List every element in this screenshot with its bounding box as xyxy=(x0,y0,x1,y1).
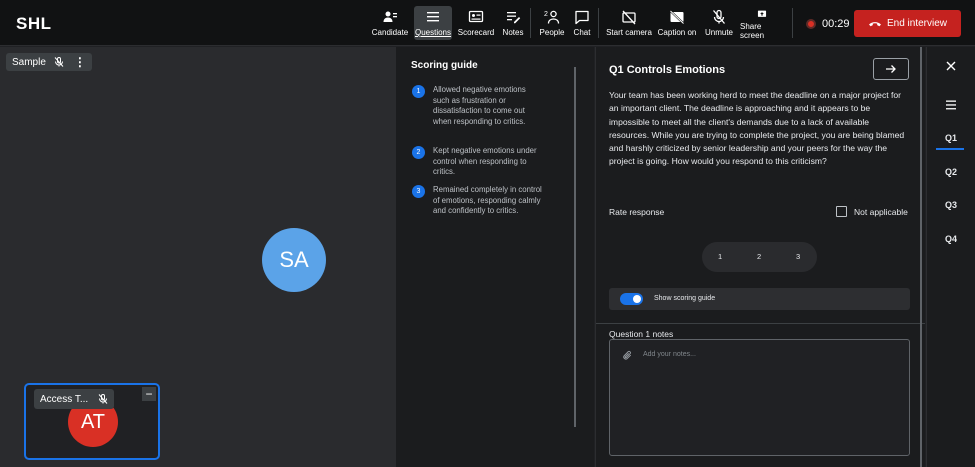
participant-avatar: SA xyxy=(262,228,326,292)
scoring-guide-toggle-label: Show scoring guide xyxy=(654,295,716,302)
rail-question-q1[interactable]: Q1 xyxy=(927,133,975,150)
guide-item-number: 2 xyxy=(412,146,425,159)
end-interview-button[interactable]: End interview xyxy=(854,10,961,37)
rail-question-q3[interactable]: Q3 xyxy=(927,200,975,210)
guide-item-text: Allowed negative emotions such as frustr… xyxy=(433,85,526,126)
more-options-icon[interactable]: ⋮ xyxy=(74,55,86,69)
unmute-label: Unmute xyxy=(704,28,733,37)
question-text: Your team has been working herd to meet … xyxy=(609,90,905,167)
participant-name: Sample xyxy=(12,56,46,68)
notes-placeholder: Add your notes... xyxy=(643,351,696,358)
next-question-button[interactable] xyxy=(873,58,909,80)
start-camera-button[interactable]: Start camera xyxy=(606,6,652,40)
attach-icon xyxy=(623,350,632,360)
chat-button[interactable]: Chat xyxy=(570,6,594,40)
question-panel: Q1 Controls Emotions Your team has been … xyxy=(595,47,925,467)
scoring-guide-panel: Scoring guide 1 Allowed negative emotion… xyxy=(396,47,594,467)
list-icon[interactable] xyxy=(944,98,958,112)
not-applicable-checkbox[interactable] xyxy=(836,206,847,217)
rating-option[interactable]: 1 xyxy=(718,252,722,261)
mic-off-icon xyxy=(98,394,108,404)
participant-chip: Sample ⋮ xyxy=(6,53,92,71)
share-screen-label: Share screen xyxy=(740,22,765,40)
candidate-button[interactable]: Candidate xyxy=(372,6,408,40)
self-video-tile[interactable]: AT Access T... − xyxy=(24,383,160,460)
notes-icon xyxy=(507,12,521,24)
top-bar: SHL Candidate Questions Scorecard Notes … xyxy=(0,0,975,46)
self-name: Access T... xyxy=(40,393,89,405)
rail-question-q4[interactable]: Q4 xyxy=(927,234,975,244)
people-icon: 2 xyxy=(544,10,560,24)
phone-hangup-icon xyxy=(868,21,881,26)
notes-label: Question 1 notes xyxy=(609,329,674,339)
rating-option[interactable]: 3 xyxy=(796,252,800,261)
caption-off-icon xyxy=(669,10,685,25)
guide-item-text: Kept negative emotions under control whe… xyxy=(433,146,537,176)
toolbar-divider xyxy=(792,8,793,38)
not-applicable-label: Not applicable xyxy=(854,207,908,217)
questions-button[interactable]: Questions xyxy=(414,6,452,40)
share-screen-button[interactable]: Share screen xyxy=(740,6,784,40)
guide-item-number: 1 xyxy=(412,85,425,98)
notes-label: Notes xyxy=(502,28,524,37)
list-icon xyxy=(427,12,439,22)
guide-item: 3 Remained completely in control of emot… xyxy=(412,185,542,217)
people-button[interactable]: 2 People xyxy=(538,6,566,40)
guide-item: 2 Kept negative emotions under control w… xyxy=(412,146,542,178)
question-title: Q1 Controls Emotions xyxy=(609,64,726,76)
rating-option[interactable]: 2 xyxy=(757,252,761,261)
scoring-guide-toggle-row: Show scoring guide xyxy=(609,288,910,310)
toolbar-divider xyxy=(598,8,599,38)
guide-scrollbar[interactable] xyxy=(574,67,576,427)
rate-response-label: Rate response xyxy=(609,207,665,217)
question-scrollbar[interactable] xyxy=(920,47,922,467)
scorecard-icon xyxy=(468,10,484,23)
guide-item: 1 Allowed negative emotions such as frus… xyxy=(412,85,542,127)
guide-item-text: Remained completely in control of emotio… xyxy=(433,185,542,215)
chat-icon xyxy=(575,10,589,25)
recording-indicator-icon xyxy=(806,19,816,29)
unmute-button[interactable]: Unmute xyxy=(703,6,735,40)
minimize-tile-button[interactable]: − xyxy=(142,387,156,401)
candidate-icon xyxy=(383,11,397,22)
guide-item-number: 3 xyxy=(412,185,425,198)
svg-text:2: 2 xyxy=(544,11,548,18)
rating-selector: 1 2 3 xyxy=(702,242,817,272)
question-rail: Q1 Q2 Q3 Q4 xyxy=(926,47,975,467)
camera-off-icon xyxy=(622,10,636,25)
call-timer: 00:29 xyxy=(822,18,850,30)
shl-logo: SHL xyxy=(16,14,52,33)
chat-label: Chat xyxy=(573,28,591,37)
mic-off-icon xyxy=(54,57,64,67)
mic-off-icon xyxy=(713,9,725,24)
divider xyxy=(596,323,925,324)
video-stage: Sample ⋮ SA AT Access T... − xyxy=(0,47,396,467)
end-interview-label: End interview xyxy=(886,18,948,29)
people-label: People xyxy=(539,28,565,37)
share-screen-icon xyxy=(757,10,767,17)
notes-button[interactable]: Notes xyxy=(500,6,526,40)
arrow-right-icon xyxy=(886,65,896,73)
caption-on-label: Caption on xyxy=(657,28,697,37)
candidate-label: Candidate xyxy=(371,28,409,37)
self-name-chip: Access T... xyxy=(34,389,115,409)
questions-label: Questions xyxy=(414,28,452,37)
notes-textarea[interactable]: Add your notes... xyxy=(609,339,910,456)
rail-question-q2[interactable]: Q2 xyxy=(927,167,975,177)
toolbar-divider xyxy=(530,8,531,38)
close-icon[interactable] xyxy=(944,59,958,73)
start-camera-label: Start camera xyxy=(606,28,652,37)
scorecard-button[interactable]: Scorecard xyxy=(458,6,494,40)
scoring-guide-title: Scoring guide xyxy=(411,60,478,71)
caption-on-button[interactable]: Caption on xyxy=(656,6,698,40)
scoring-guide-toggle[interactable] xyxy=(620,293,643,305)
scorecard-label: Scorecard xyxy=(457,28,495,37)
